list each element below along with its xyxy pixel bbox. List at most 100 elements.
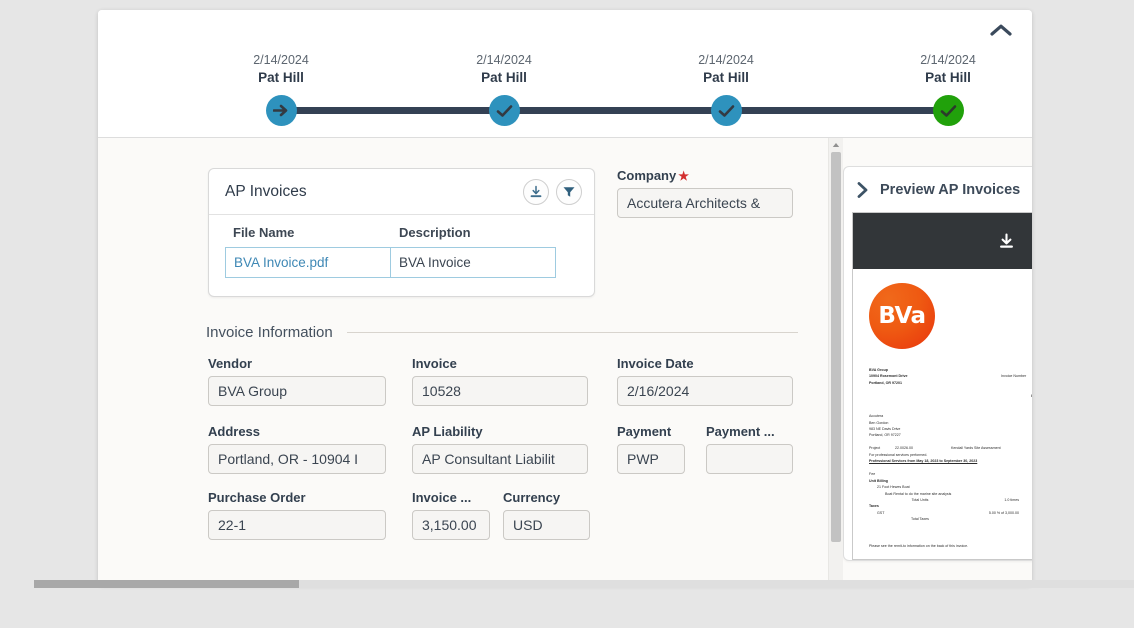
timeline-step-label: 2/14/2024 Pat Hill (646, 52, 806, 87)
pdf-invoice-total-row: Invoice Total $3,150.00 (869, 393, 1032, 399)
download-button[interactable] (523, 178, 549, 205)
table-row[interactable]: BVA Invoice.pdf BVA Invoice (225, 247, 578, 278)
timeline-node-2[interactable] (489, 95, 520, 126)
ap-liability-input[interactable]: AP Consultant Liabilit (412, 444, 588, 474)
company-label: Company ★ (617, 168, 689, 183)
pdf-toolbar (853, 213, 1032, 269)
timeline-step-name: Pat Hill (703, 69, 749, 85)
address-field-group: Address Portland, OR - 10904 I (208, 424, 386, 474)
purchase-order-field-group: Purchase Order 22-1 (208, 490, 386, 540)
download-icon (999, 232, 1013, 248)
invoice-label: Invoice (412, 356, 457, 371)
bva-logo: BVa (869, 283, 935, 349)
cell-description[interactable]: BVA Invoice (390, 247, 556, 278)
address-label: Address (208, 424, 261, 439)
detail-body: AP Invoices File Name Description BVA In… (98, 138, 1032, 585)
pdf-project-number: 22.0026.00 (895, 446, 913, 451)
pdf-total-taxes-row: Total Taxes 150.00 150.0 (869, 516, 1032, 522)
timeline-step-name: Pat Hill (481, 69, 527, 85)
invoice-form-column: AP Invoices File Name Description BVA In… (98, 138, 828, 585)
timeline-step-label: 2/14/2024 Pat Hill (424, 52, 584, 87)
expand-preview-button[interactable] (856, 181, 870, 199)
ap-invoices-grid-header: File Name Description (225, 225, 578, 247)
timeline-step-date: 2/14/2024 (920, 53, 976, 67)
workflow-timeline: 2/14/2024 Pat Hill 2/14/2024 Pat Hill 2/… (98, 10, 1032, 138)
bva-logo-text: BVa (878, 303, 926, 329)
pdf-footer-note: Please see the remit-to information on t… (869, 544, 969, 549)
ap-invoices-grid: File Name Description BVA Invoice.pdf BV… (209, 215, 594, 296)
timeline-step-name: Pat Hill (925, 69, 971, 85)
check-icon (718, 104, 735, 117)
vendor-field-group: Vendor BVA Group (208, 356, 386, 406)
invoice-date-field-group: Invoice Date 2/16/2024 (617, 356, 793, 406)
section-divider (346, 332, 798, 333)
payment-secondary-field-group: Payment ... (706, 424, 793, 474)
pdf-fee-row: Fee 0.0 (869, 471, 1032, 477)
pdf-total-taxes-label: Total Taxes (911, 517, 929, 522)
timeline-step-date: 2/14/2024 (476, 53, 532, 67)
timeline-node-1[interactable] (266, 95, 297, 126)
ap-invoices-card-header: AP Invoices (209, 169, 594, 215)
timeline-node-3[interactable] (711, 95, 742, 126)
pdf-invoice-number-label: Invoice Number (1001, 374, 1027, 379)
page-horizontal-scrollbar[interactable] (34, 580, 1134, 588)
filter-button[interactable] (556, 178, 582, 205)
vendor-input[interactable]: BVA Group (208, 376, 386, 406)
invoice-field-group: Invoice 10528 (412, 356, 588, 406)
pdf-total-units-qty: 1.0 times (1004, 497, 1019, 502)
timeline-step-name: Pat Hill (258, 69, 304, 85)
download-icon (530, 185, 542, 197)
form-vertical-scrollbar[interactable] (828, 138, 843, 585)
pdf-viewer: BVa BVA Group 10904 Rosemont Drive Portl… (852, 212, 1032, 560)
pdf-download-button[interactable] (991, 226, 1021, 256)
check-icon (496, 104, 513, 117)
purchase-order-input[interactable]: 22-1 (208, 510, 386, 540)
pdf-project-label: Project (869, 446, 881, 451)
invoice-date-input[interactable]: 2/16/2024 (617, 376, 793, 406)
filter-icon (563, 186, 575, 197)
invoice-information-section-header: Invoice Information (206, 324, 798, 341)
arrow-right-icon (273, 104, 288, 117)
preview-card: Preview AP Invoices BVa BVA Group 10904 … (843, 166, 1032, 561)
timeline-step-label: 2/14/2024 Pat Hill (201, 52, 361, 87)
timeline-track: 2/14/2024 Pat Hill 2/14/2024 Pat Hill 2/… (98, 10, 1032, 137)
pdf-total-taxes-amount: 150.00 (1019, 516, 1032, 522)
ap-liability-label: AP Liability (412, 424, 483, 439)
pdf-total-units-row: Total Units 1.0 times 3,000.00 3,000.0 (869, 497, 1032, 503)
invoice-input[interactable]: 10528 (412, 376, 588, 406)
pdf-total-invoice-row: Total this Invoice $3,150.0 (869, 530, 1032, 536)
address-input[interactable]: Portland, OR - 10904 I (208, 444, 386, 474)
scroll-thumb[interactable] (831, 152, 841, 542)
timeline-node-4[interactable] (933, 95, 964, 126)
pdf-scroll-area[interactable]: BVa BVA Group 10904 Rosemont Drive Portl… (853, 269, 1032, 559)
pdf-document-page: BVa BVA Group 10904 Rosemont Drive Portl… (853, 269, 1032, 559)
preview-header: Preview AP Invoices (844, 167, 1032, 212)
invoice-detail-panel: 2/14/2024 Pat Hill 2/14/2024 Pat Hill 2/… (98, 10, 1032, 585)
payment-field-group: Payment PWP (617, 424, 685, 474)
currency-input[interactable]: USD (503, 510, 590, 540)
timeline-step-date: 2/14/2024 (253, 53, 309, 67)
ap-invoices-title: AP Invoices (225, 182, 307, 200)
cell-file-name[interactable]: BVA Invoice.pdf (225, 247, 391, 278)
check-icon (940, 104, 957, 117)
preview-title: Preview AP Invoices (880, 181, 1021, 198)
invoice-amount-input[interactable]: 3,150.00 (412, 510, 490, 540)
scroll-up-button[interactable] (829, 138, 843, 152)
ap-invoices-card: AP Invoices File Name Description BVA In… (208, 168, 595, 297)
company-input[interactable]: Accutera Architects & (617, 188, 793, 218)
caret-up-icon (832, 143, 840, 147)
payment-secondary-input[interactable] (706, 444, 793, 474)
pdf-project-row: Project 22.0026.00 Kendall Yards Site As… (869, 445, 1032, 451)
payment-input[interactable]: PWP (617, 444, 685, 474)
purchase-order-label: Purchase Order (208, 490, 306, 505)
pdf-fee-label: Fee (869, 472, 876, 477)
pdf-total-units-amount: 3,000.00 (1019, 497, 1032, 503)
invoice-information-title: Invoice Information (206, 324, 333, 341)
timeline-connector (726, 107, 948, 114)
pdf-total-units-label: Total Units (911, 497, 929, 502)
column-header-file-name: File Name (233, 225, 295, 240)
invoice-date-label: Invoice Date (617, 356, 694, 371)
pdf-project-name: Kendall Yards Site Assessment (951, 446, 1001, 451)
timeline-connector (281, 107, 504, 114)
horizontal-scroll-thumb[interactable] (34, 580, 299, 588)
